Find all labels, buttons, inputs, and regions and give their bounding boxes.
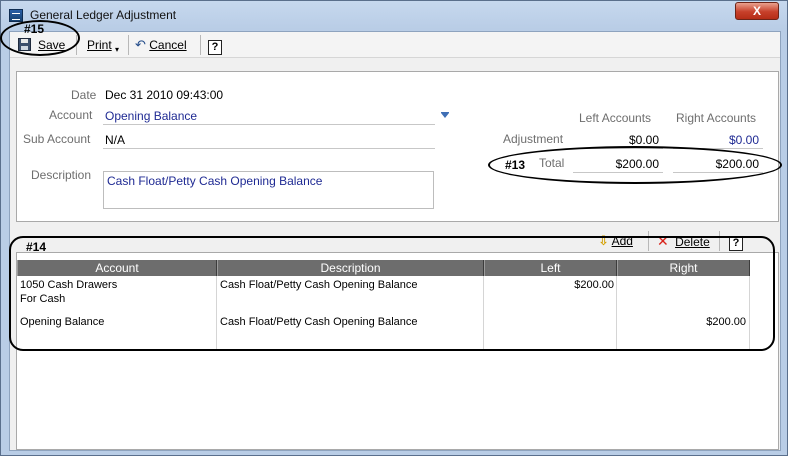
undo-icon: ↶ (135, 37, 146, 52)
toolbar: Save Print ▾ ↶ Cancel ? (10, 32, 780, 58)
chevron-down-icon: ▾ (115, 45, 120, 54)
account-select[interactable]: Opening Balance (105, 109, 197, 123)
close-button[interactable]: X (735, 2, 779, 20)
annotation-label-14: #14 (26, 240, 47, 254)
adjustment-left-value: $0.00 (628, 133, 659, 147)
description-label: Description (31, 168, 92, 182)
print-button[interactable]: Print ▾ (87, 36, 127, 54)
help-button[interactable]: ? (208, 37, 222, 55)
sub-account-label: Sub Account (23, 132, 91, 146)
cancel-button[interactable]: ↶ Cancel (135, 36, 197, 54)
print-button-label: Print (87, 38, 112, 52)
cancel-button-label: Cancel (149, 38, 187, 52)
description-textarea[interactable]: Cash Float/Petty Cash Opening Balance (103, 171, 434, 209)
toolbar-separator (128, 35, 129, 55)
dropdown-arrow-icon[interactable] (441, 112, 449, 118)
annotation-label-15: #15 (24, 22, 45, 36)
sub-account-underline (103, 148, 435, 149)
right-accounts-header: Right Accounts (676, 111, 757, 125)
account-underline (103, 124, 435, 125)
sub-account-field[interactable]: N/A (105, 133, 125, 147)
left-accounts-header: Left Accounts (579, 111, 652, 125)
annotation-box-14 (9, 236, 775, 351)
date-label: Date (71, 88, 97, 102)
title-bar: General Ledger Adjustment X (1, 1, 787, 29)
app-icon (9, 9, 23, 22)
toolbar-separator (200, 35, 201, 55)
account-label: Account (49, 108, 93, 122)
date-value: Dec 31 2010 09:43:00 (105, 88, 224, 102)
adjustment-right-value: $0.00 (728, 133, 759, 147)
help-icon: ? (208, 40, 222, 55)
annotation-label-13: #13 (505, 158, 526, 172)
annotation-ellipse-13 (488, 146, 782, 184)
adjustment-label: Adjustment (503, 132, 564, 146)
